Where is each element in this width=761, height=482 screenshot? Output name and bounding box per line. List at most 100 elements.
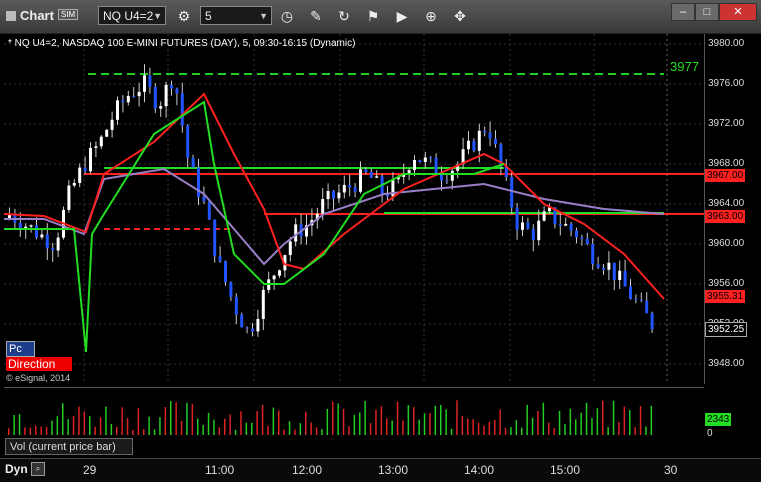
candle-body	[602, 267, 605, 270]
price-axis-label: 3964.00	[708, 198, 745, 209]
volume-bar	[596, 408, 599, 435]
refresh-icon[interactable]: ↻	[334, 6, 354, 26]
candle-body	[121, 100, 125, 103]
volume-bar	[251, 422, 253, 435]
volume-bar	[472, 419, 474, 435]
price-tag-red1: 3967.00	[705, 169, 746, 182]
candle-body	[488, 132, 492, 139]
volume-bar	[256, 410, 258, 435]
volume-bar	[521, 427, 523, 435]
close-button[interactable]: ✕	[719, 3, 757, 21]
volume-bar	[272, 407, 275, 435]
chart-app-icon	[6, 11, 16, 21]
volume-bar	[548, 422, 550, 435]
candle-body	[148, 75, 152, 87]
volume-bar	[180, 420, 183, 435]
maximize-button[interactable]: □	[695, 3, 719, 21]
volume-bar	[229, 414, 231, 435]
direction-label[interactable]: Direction	[6, 357, 72, 371]
volume-bar	[326, 408, 329, 435]
price-chart[interactable]	[4, 34, 704, 384]
volume-bar	[504, 427, 507, 435]
price-axis-label: 3980.00	[708, 38, 745, 49]
candle-body	[580, 237, 584, 239]
candle-body	[575, 230, 578, 238]
candle-body	[83, 167, 87, 172]
candle-body	[483, 130, 487, 133]
time-label-1300: 13:00	[378, 463, 409, 477]
candle-body	[353, 187, 357, 192]
volume-bar	[83, 411, 86, 435]
pencil-icon[interactable]: ✎	[306, 6, 326, 26]
crosshair-icon[interactable]: ⊕	[421, 6, 441, 26]
play-icon[interactable]: ▶	[392, 6, 412, 26]
volume-bar	[629, 410, 631, 435]
candle-body	[359, 169, 362, 192]
volume-title[interactable]: Vol (current price bar)	[5, 438, 133, 455]
candle-body	[261, 289, 265, 319]
volume-bar	[13, 415, 15, 435]
candle-body	[332, 191, 335, 199]
volume-bar	[569, 408, 572, 435]
volume-bar	[191, 403, 194, 435]
volume-bar	[440, 404, 442, 435]
volume-bar	[72, 416, 75, 435]
volume-bar	[197, 418, 199, 435]
tools-icon[interactable]: ✥	[450, 6, 470, 26]
candle-body	[29, 225, 33, 227]
volume-bar	[283, 429, 285, 435]
candle-body	[596, 264, 600, 268]
clock-icon[interactable]: ◷	[277, 6, 297, 26]
volume-bar	[56, 416, 59, 435]
link-icon[interactable]: ⚙	[174, 6, 194, 26]
candle-body	[434, 157, 438, 175]
price-tag-red2: 3963.00	[705, 210, 746, 223]
candle-body	[45, 234, 49, 249]
candle-body	[558, 224, 562, 226]
candle-body	[612, 262, 616, 281]
volume-bar	[175, 402, 177, 435]
volume-bar	[305, 411, 307, 435]
settings-icon[interactable]: ⚑	[363, 6, 383, 26]
magnifier-icon[interactable]: ⌕	[31, 462, 45, 476]
candle-body	[35, 225, 38, 238]
volume-bar	[645, 426, 647, 435]
candle-body	[618, 270, 622, 281]
candle-body	[591, 244, 595, 265]
dyn-label[interactable]: Dyn	[5, 462, 28, 476]
candle-body	[143, 75, 146, 92]
candle-body	[116, 100, 119, 120]
volume-bar	[299, 423, 302, 435]
app-title: Chart	[6, 8, 54, 23]
volume-bar	[558, 410, 561, 435]
candle-body	[159, 106, 163, 109]
time-label-30: 30	[664, 463, 678, 477]
pc-label[interactable]: Pc	[6, 341, 35, 357]
volume-pane[interactable]	[4, 387, 704, 435]
chevron-down-icon[interactable]: ▼	[153, 7, 162, 26]
symbol-input[interactable]: NQ U4=2 ▼	[98, 6, 166, 25]
interval-input[interactable]: 5 ▼	[200, 6, 272, 25]
volume-bar	[342, 408, 345, 435]
candle-body	[294, 224, 298, 242]
candle-body	[72, 182, 76, 186]
candle-body	[515, 207, 519, 230]
volume-bar	[310, 422, 312, 435]
candle-body	[472, 140, 476, 151]
volume-bar	[121, 407, 123, 435]
interval-value: 5	[205, 9, 212, 23]
chevron-down-icon[interactable]: ▼	[259, 7, 268, 26]
candle-body	[272, 275, 276, 280]
candle-body	[132, 95, 136, 97]
price-axis-label: 3972.00	[708, 118, 745, 129]
volume-bar	[607, 427, 609, 435]
time-label-1400: 14:00	[464, 463, 495, 477]
candle-body	[423, 157, 427, 163]
volume-bar	[294, 429, 296, 435]
time-label-1100: 11:00	[205, 463, 235, 477]
minimize-button[interactable]: –	[671, 3, 695, 21]
candle-body	[218, 256, 222, 262]
volume-bar	[137, 408, 140, 435]
volume-bar	[499, 409, 501, 435]
candle-body	[418, 159, 422, 163]
